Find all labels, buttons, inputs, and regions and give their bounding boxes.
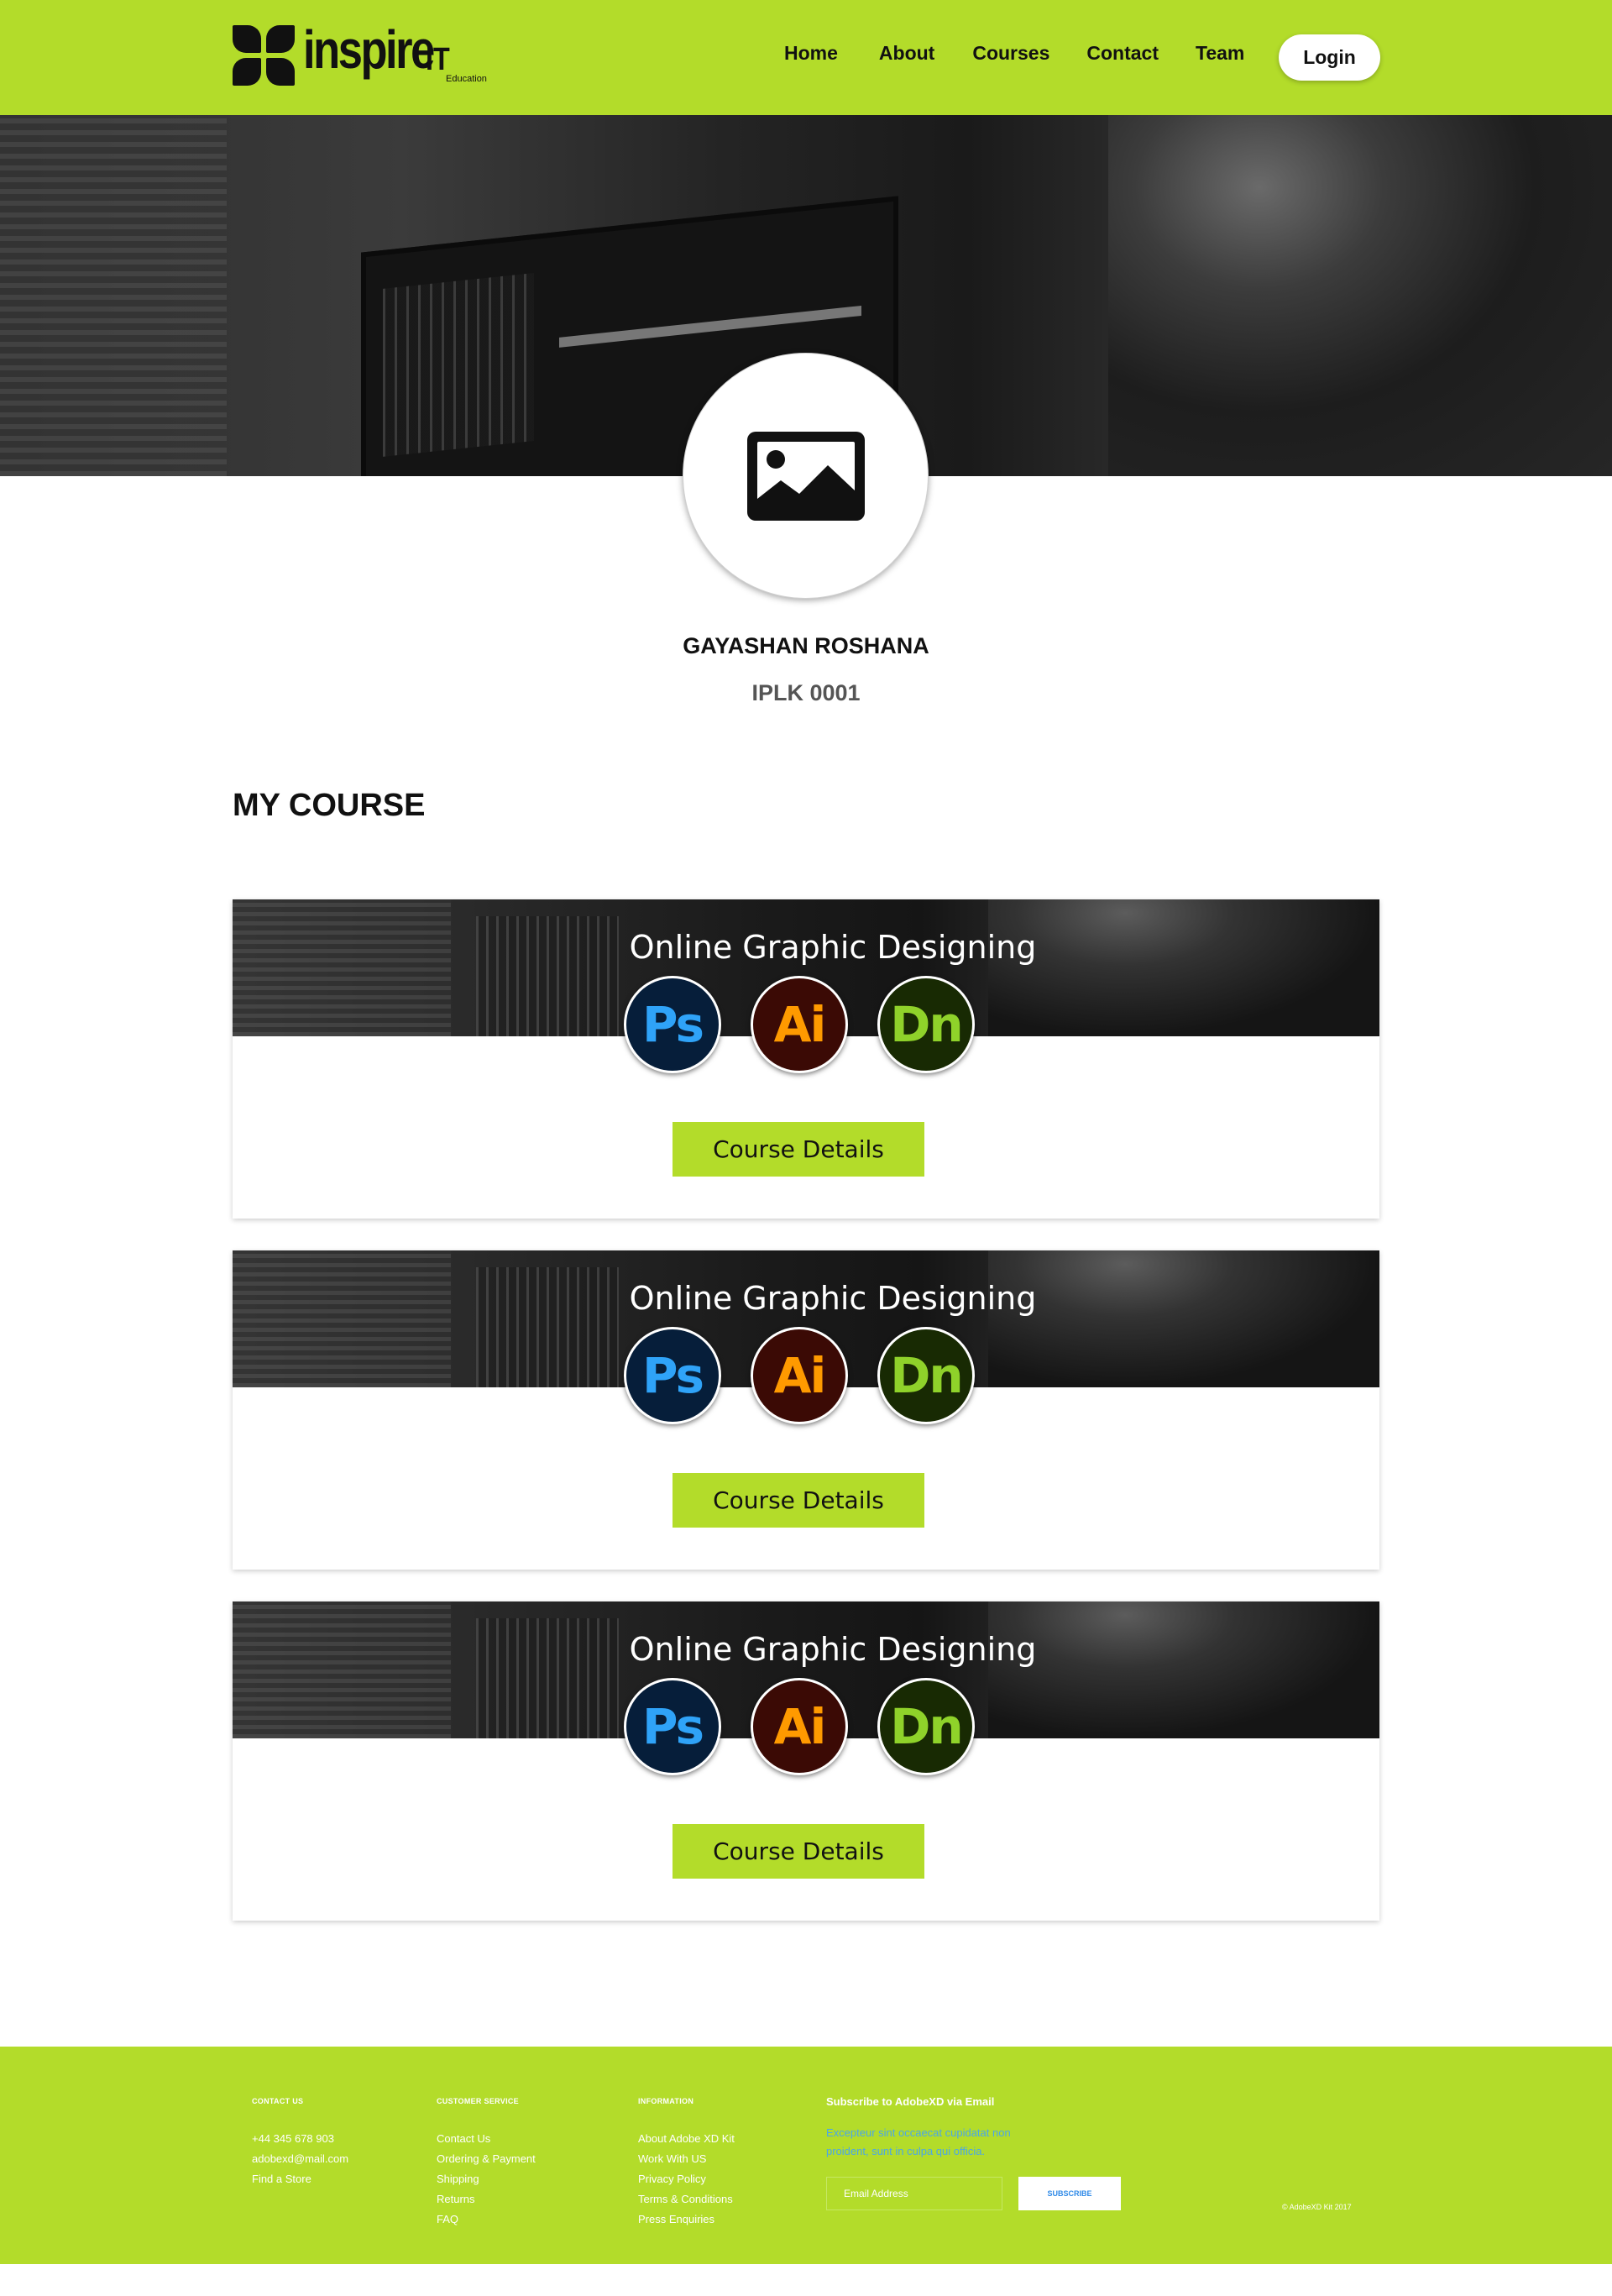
photoshop-icon: Ps (624, 976, 721, 1073)
copyright-text: © AdobeXD Kit 2017 (1282, 2203, 1352, 2211)
course-details-button[interactable]: Course Details (673, 1824, 924, 1879)
logo-text: inspire IT Education (303, 19, 487, 87)
banner-shelf (233, 1601, 451, 1738)
course-card: Online Graphic Designing Ps Ai Dn Course… (233, 1250, 1379, 1570)
footer-contact: CONTACT US +44 345 678 903 adobexd@mail.… (252, 2097, 348, 2189)
banner-shelf (233, 1250, 451, 1387)
course-details-button[interactable]: Course Details (673, 1473, 924, 1528)
logo-tagline: Education (446, 74, 487, 84)
illustrator-icon: Ai (751, 1327, 848, 1424)
dimension-icon: Dn (877, 1678, 975, 1775)
logo-mark-icon (233, 25, 295, 86)
footer-find-store-link[interactable]: Find a Store (252, 2169, 348, 2189)
footer-work-link[interactable]: Work With US (638, 2149, 735, 2169)
footer-faq-link[interactable]: FAQ (437, 2210, 536, 2230)
email-input[interactable] (826, 2177, 1002, 2210)
my-course-heading: MY COURSE (233, 788, 426, 823)
cover-monitor-panel (383, 272, 534, 457)
subscribe-button[interactable]: SUBSCRIBE (1018, 2177, 1121, 2210)
dimension-icon: Dn (877, 1327, 975, 1424)
course-card: Online Graphic Designing Ps Ai Dn Course… (233, 899, 1379, 1219)
footer-information: INFORMATION About Adobe XD Kit Work With… (638, 2097, 735, 2230)
footer-shipping-link[interactable]: Shipping (437, 2169, 536, 2189)
banner-shelf (233, 899, 451, 1036)
course-card: Online Graphic Designing Ps Ai Dn Course… (233, 1601, 1379, 1921)
app-icons: Ps Ai Dn (624, 1327, 1004, 1424)
nav-home-link[interactable]: Home (784, 42, 838, 65)
logo-suffix: IT (426, 42, 450, 77)
profile-avatar[interactable] (683, 353, 929, 599)
nav-team-link[interactable]: Team (1196, 42, 1244, 65)
nav-contact-link[interactable]: Contact (1086, 42, 1159, 65)
footer-ordering-link[interactable]: Ordering & Payment (437, 2149, 536, 2169)
illustrator-icon: Ai (751, 1678, 848, 1775)
banner-person (988, 899, 1379, 1036)
footer-info-heading: INFORMATION (638, 2097, 694, 2105)
footer-phone-link[interactable]: +44 345 678 903 (252, 2129, 348, 2149)
subscribe-text: Excepteur sint occaecat cupidatat non pr… (826, 2126, 1011, 2157)
profile-id: IPLK 0001 (751, 680, 861, 705)
banner-person (988, 1250, 1379, 1387)
subscribe-heading: Subscribe to AdobeXD via Email (826, 2095, 995, 2108)
course-title: Online Graphic Designing (629, 1280, 1037, 1317)
profile-name: GAYASHAN ROSHANA (683, 633, 929, 658)
footer-returns-link[interactable]: Returns (437, 2189, 536, 2210)
footer-press-link[interactable]: Press Enquiries (638, 2210, 735, 2230)
nav-courses-link[interactable]: Courses (972, 42, 1049, 65)
cover-monitor-strip (559, 305, 861, 348)
photoshop-icon: Ps (624, 1327, 721, 1424)
course-title: Online Graphic Designing (629, 1631, 1037, 1668)
brand-logo[interactable]: inspire IT Education (233, 19, 487, 87)
course-title: Online Graphic Designing (629, 929, 1037, 966)
main-menu: Home About Courses Contact Team (784, 42, 1244, 65)
app-icons: Ps Ai Dn (624, 1678, 1004, 1775)
footer-contact-us-link[interactable]: Contact Us (437, 2129, 536, 2149)
cover-person (1108, 115, 1612, 476)
app-icons: Ps Ai Dn (624, 976, 1004, 1073)
top-nav: inspire IT Education Home About Courses … (0, 0, 1612, 115)
footer-service-heading: CUSTOMER SERVICE (437, 2097, 519, 2105)
illustrator-icon: Ai (751, 976, 848, 1073)
footer-contact-heading: CONTACT US (252, 2097, 304, 2105)
dimension-icon: Dn (877, 976, 975, 1073)
footer-terms-link[interactable]: Terms & Conditions (638, 2189, 735, 2210)
footer-privacy-link[interactable]: Privacy Policy (638, 2169, 735, 2189)
image-icon (746, 431, 865, 521)
footer: CONTACT US +44 345 678 903 adobexd@mail.… (0, 2047, 1612, 2264)
footer-customer-service: CUSTOMER SERVICE Contact Us Ordering & P… (437, 2097, 536, 2230)
banner-person (988, 1601, 1379, 1738)
photoshop-icon: Ps (624, 1678, 721, 1775)
course-details-button[interactable]: Course Details (673, 1122, 924, 1177)
logo-wordmark: inspire (303, 19, 435, 80)
footer-about-link[interactable]: About Adobe XD Kit (638, 2129, 735, 2149)
login-button[interactable]: Login (1279, 34, 1380, 81)
cover-shelf (0, 115, 227, 476)
nav-about-link[interactable]: About (879, 42, 934, 65)
footer-email-link[interactable]: adobexd@mail.com (252, 2149, 348, 2169)
